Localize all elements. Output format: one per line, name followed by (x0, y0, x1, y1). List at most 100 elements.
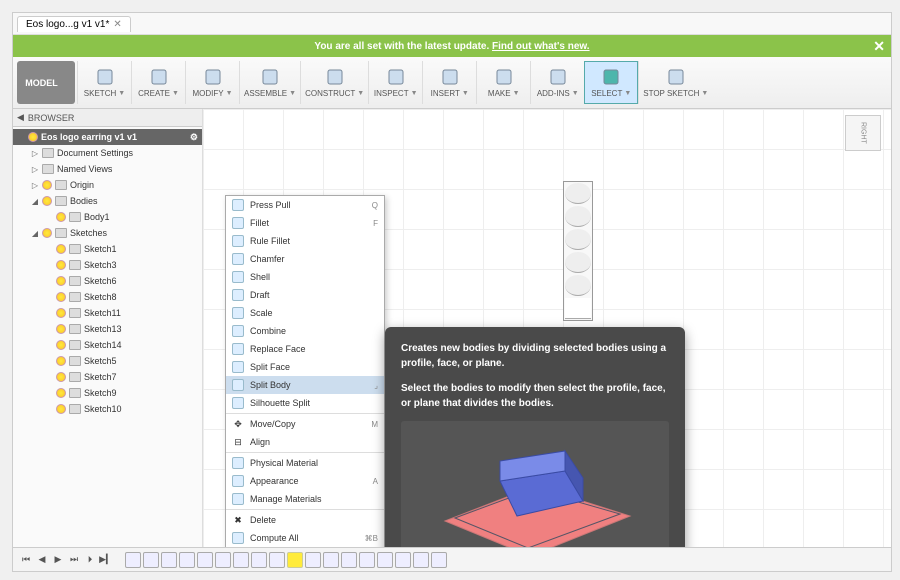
timeline-step[interactable] (197, 552, 213, 568)
menu-item-split-body[interactable]: Split Body⌟ (226, 376, 384, 394)
expand-icon[interactable]: ▷ (31, 149, 39, 158)
menu-item-appearance[interactable]: AppearanceA (226, 472, 384, 490)
menu-item-silhouette-split[interactable]: Silhouette Split (226, 394, 384, 412)
visibility-bulb-icon[interactable] (56, 404, 66, 414)
timeline-step[interactable] (359, 552, 375, 568)
tree-item-sketch5[interactable]: Sketch5 (13, 353, 202, 369)
timeline-control[interactable]: ▶ (51, 553, 65, 567)
menu-item-scale[interactable]: Scale (226, 304, 384, 322)
toolbar-add-ins[interactable]: ADD-INS▼ (530, 61, 584, 104)
timeline-step[interactable] (215, 552, 231, 568)
menu-item-replace-face[interactable]: Replace Face (226, 340, 384, 358)
tree-item-sketch6[interactable]: Sketch6 (13, 273, 202, 289)
toolbar-construct[interactable]: CONSTRUCT▼ (300, 61, 368, 104)
timeline-step[interactable] (341, 552, 357, 568)
menu-item-physical-material[interactable]: Physical Material (226, 454, 384, 472)
visibility-bulb-icon[interactable] (56, 324, 66, 334)
menu-item-move-copy[interactable]: ✥Move/CopyM (226, 415, 384, 433)
timeline-step[interactable] (323, 552, 339, 568)
document-tab[interactable]: Eos logo...g v1 v1* ✕ (17, 16, 131, 32)
tree-item-named-views[interactable]: ▷Named Views (13, 161, 202, 177)
sketch-geometry[interactable] (563, 181, 593, 321)
menu-item-chamfer[interactable]: Chamfer (226, 250, 384, 268)
tree-item-sketch1[interactable]: Sketch1 (13, 241, 202, 257)
tree-item-sketch14[interactable]: Sketch14 (13, 337, 202, 353)
collapse-icon[interactable]: ◀ (17, 112, 24, 123)
timeline-control[interactable]: ◀ (35, 553, 49, 567)
tree-item-body1[interactable]: Body1 (13, 209, 202, 225)
view-cube[interactable]: RIGHT (845, 115, 881, 151)
timeline-step[interactable] (431, 552, 447, 568)
banner-close-icon[interactable]: ✕ (873, 38, 885, 55)
expand-icon[interactable]: ◢ (31, 229, 39, 238)
toolbar-select[interactable]: SELECT▼ (584, 61, 638, 104)
tree-item-sketch3[interactable]: Sketch3 (13, 257, 202, 273)
timeline-step[interactable] (269, 552, 285, 568)
visibility-bulb-icon[interactable] (42, 228, 52, 238)
menu-item-align[interactable]: ⊟Align (226, 433, 384, 451)
menu-item-combine[interactable]: Combine (226, 322, 384, 340)
timeline-control[interactable]: ▶▎ (99, 553, 113, 567)
banner-link[interactable]: Find out what's new. (492, 41, 590, 52)
visibility-bulb-icon[interactable] (56, 260, 66, 270)
toolbar-make[interactable]: MAKE▼ (476, 61, 530, 104)
tree-item-sketches[interactable]: ◢Sketches (13, 225, 202, 241)
tree-item-bodies[interactable]: ◢Bodies (13, 193, 202, 209)
menu-item-manage-materials[interactable]: Manage Materials (226, 490, 384, 508)
visibility-bulb-icon[interactable] (28, 132, 38, 142)
menu-item-press-pull[interactable]: Press PullQ (226, 196, 384, 214)
menu-item-fillet[interactable]: FilletF (226, 214, 384, 232)
visibility-bulb-icon[interactable] (56, 308, 66, 318)
menu-item-shell[interactable]: Shell (226, 268, 384, 286)
toolbar-stop-sketch[interactable]: STOP SKETCH▼ (638, 61, 712, 104)
toolbar-inspect[interactable]: INSPECT▼ (368, 61, 422, 104)
workspace-switcher[interactable]: MODEL ▼ (17, 61, 75, 104)
timeline-step[interactable] (125, 552, 141, 568)
expand-icon[interactable]: ▷ (31, 181, 39, 190)
timeline-step[interactable] (305, 552, 321, 568)
visibility-bulb-icon[interactable] (56, 372, 66, 382)
timeline-step[interactable] (251, 552, 267, 568)
timeline-step[interactable] (161, 552, 177, 568)
timeline-control[interactable]: ⏮ (19, 553, 33, 567)
tree-item-sketch7[interactable]: Sketch7 (13, 369, 202, 385)
toolbar-create[interactable]: CREATE▼ (131, 61, 185, 104)
timeline-control[interactable]: ⏵ (83, 553, 97, 567)
timeline-step[interactable] (395, 552, 411, 568)
visibility-bulb-icon[interactable] (56, 356, 66, 366)
close-tab-icon[interactable]: ✕ (113, 19, 121, 30)
timeline-step[interactable] (143, 552, 159, 568)
toolbar-assemble[interactable]: ASSEMBLE▼ (239, 61, 300, 104)
visibility-bulb-icon[interactable] (56, 212, 66, 222)
visibility-bulb-icon[interactable] (56, 340, 66, 350)
toolbar-sketch[interactable]: SKETCH▼ (77, 61, 131, 104)
tree-item-document-settings[interactable]: ▷Document Settings (13, 145, 202, 161)
expand-icon[interactable]: ◢ (17, 133, 25, 142)
timeline-step[interactable] (287, 552, 303, 568)
menu-item-split-face[interactable]: Split Face (226, 358, 384, 376)
visibility-bulb-icon[interactable] (42, 196, 52, 206)
visibility-bulb-icon[interactable] (56, 244, 66, 254)
toolbar-modify[interactable]: MODIFY▼ (185, 61, 239, 104)
menu-item-delete[interactable]: ✖Delete (226, 511, 384, 529)
tree-item-sketch11[interactable]: Sketch11 (13, 305, 202, 321)
tree-item-sketch10[interactable]: Sketch10 (13, 401, 202, 417)
browser-header[interactable]: ◀ BROWSER (13, 109, 202, 127)
menu-item-compute-all[interactable]: Compute All⌘B (226, 529, 384, 547)
timeline-control[interactable]: ⏭ (67, 553, 81, 567)
visibility-bulb-icon[interactable] (56, 292, 66, 302)
visibility-bulb-icon[interactable] (56, 276, 66, 286)
tree-item-sketch13[interactable]: Sketch13 (13, 321, 202, 337)
timeline-step[interactable] (377, 552, 393, 568)
menu-item-draft[interactable]: Draft (226, 286, 384, 304)
tree-item-origin[interactable]: ▷Origin (13, 177, 202, 193)
tree-root[interactable]: ◢Eos logo earring v1 v1⚙ (13, 129, 202, 145)
visibility-bulb-icon[interactable] (56, 388, 66, 398)
tree-item-sketch9[interactable]: Sketch9 (13, 385, 202, 401)
expand-icon[interactable]: ▷ (31, 165, 39, 174)
expand-icon[interactable]: ◢ (31, 197, 39, 206)
timeline-step[interactable] (233, 552, 249, 568)
tree-item-sketch8[interactable]: Sketch8 (13, 289, 202, 305)
timeline-step[interactable] (179, 552, 195, 568)
menu-item-rule-fillet[interactable]: Rule Fillet (226, 232, 384, 250)
